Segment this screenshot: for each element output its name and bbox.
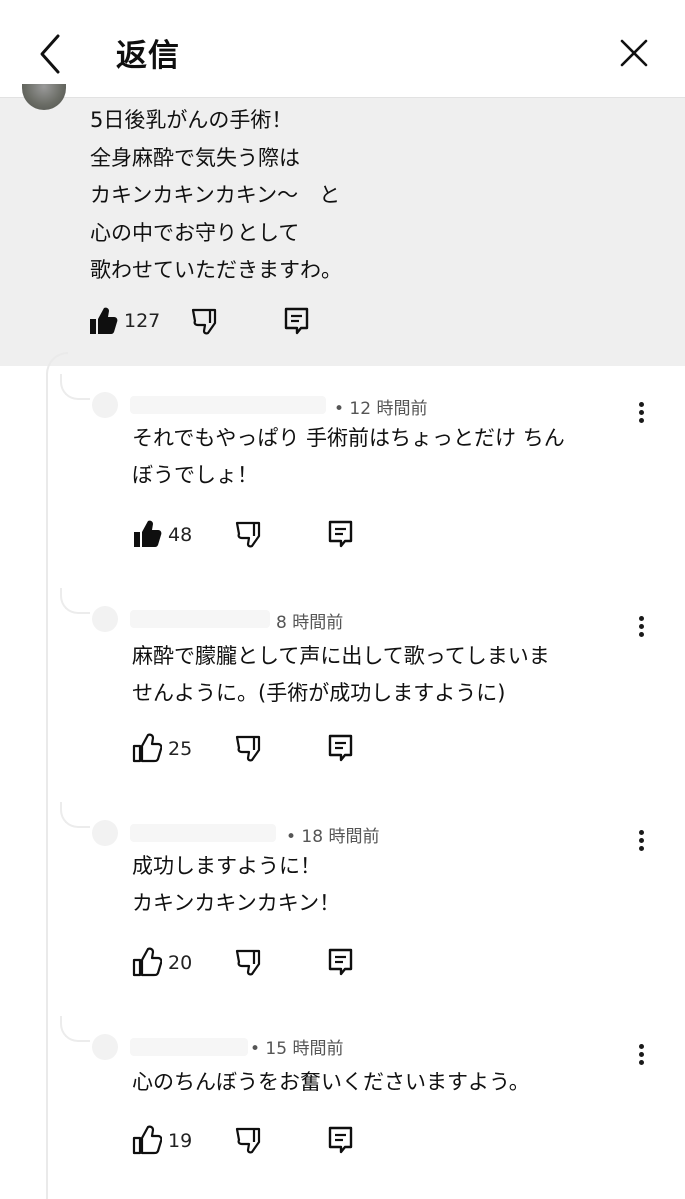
avatar[interactable] — [92, 820, 118, 846]
author-name[interactable] — [130, 1038, 248, 1056]
thread-connector — [60, 374, 90, 400]
avatar[interactable] — [92, 1034, 118, 1060]
author-name[interactable] — [130, 610, 270, 628]
thumbs-up-icon — [90, 307, 118, 334]
reply-text: 成功しますように！ カキンカキンカキン！ — [132, 854, 341, 915]
thread-connector — [60, 802, 90, 828]
header-bar: 返信 — [0, 0, 685, 98]
thumbs-up-icon — [134, 520, 162, 547]
thumbs-up-icon — [132, 1125, 163, 1155]
reply-actions: 19 — [132, 1124, 372, 1164]
like-count: 19 — [168, 1130, 193, 1152]
reply-text: それでもやっぱり 手術前はちょっとだけ ちん ぼうでしょ！ — [132, 426, 565, 487]
comment-icon — [284, 307, 309, 335]
close-icon — [620, 39, 648, 67]
avatar[interactable] — [92, 392, 118, 418]
comment-icon — [328, 734, 353, 762]
like-button[interactable] — [132, 732, 163, 768]
like-button[interactable] — [132, 1124, 163, 1160]
more-options-button[interactable] — [628, 608, 656, 642]
parent-comment: 5日後乳がんの手術！ 全身麻酔で気失う際は カキンカキンカキン〜 と 心の中でお… — [0, 84, 685, 366]
reply-comment: • 12 時間前 それでもやっぱり 手術前はちょっとだけ ちん ぼうでしょ！ 4… — [0, 368, 685, 580]
author-name[interactable] — [130, 824, 276, 842]
back-button[interactable] — [22, 24, 78, 80]
timestamp: • 18 時間前 — [286, 827, 380, 847]
reply-button[interactable] — [326, 946, 356, 982]
reply-button[interactable] — [326, 1124, 356, 1160]
avatar[interactable] — [22, 84, 66, 110]
more-options-button[interactable] — [628, 394, 656, 428]
thumbs-down-icon — [235, 521, 261, 548]
reply-button[interactable] — [326, 732, 356, 768]
dislike-button[interactable] — [234, 1124, 264, 1160]
avatar[interactable] — [92, 606, 118, 632]
reply-comment: 8 時間前 麻酔で朦朧として声に出して歌ってしまいま せんように。(手術が成功し… — [0, 582, 685, 794]
comment-icon — [328, 948, 353, 976]
comment-icon — [328, 1126, 353, 1154]
reply-actions: 25 — [132, 732, 372, 772]
timestamp: 8 時間前 — [276, 613, 344, 633]
more-options-button[interactable] — [628, 822, 656, 856]
dislike-button[interactable] — [234, 946, 264, 982]
thumbs-up-icon — [132, 947, 163, 977]
more-options-button[interactable] — [628, 1036, 656, 1070]
timestamp: • 12 時間前 — [334, 399, 428, 419]
reply-button[interactable] — [282, 305, 312, 341]
reply-comment: • 18 時間前 成功しますように！ カキンカキンカキン！ 20 — [0, 796, 685, 1008]
like-button[interactable] — [132, 946, 163, 982]
reply-text: 心のちんぼうをお奮いくださいますよう。 — [132, 1070, 530, 1094]
parent-actions: 127 — [88, 305, 328, 345]
like-button[interactable] — [132, 518, 162, 554]
dislike-button[interactable] — [234, 518, 264, 554]
reply-actions: 20 — [132, 946, 372, 986]
comment-icon — [328, 520, 353, 548]
dislike-button[interactable] — [190, 305, 220, 341]
thumbs-down-icon — [235, 949, 261, 976]
reply-actions: 48 — [132, 518, 372, 558]
parent-comment-text: 5日後乳がんの手術！ 全身麻酔で気失う際は カキンカキンカキン〜 と 心の中でお… — [90, 108, 342, 282]
thumbs-down-icon — [191, 308, 217, 335]
like-count: 48 — [168, 524, 193, 546]
close-button[interactable] — [606, 24, 662, 80]
page-title: 返信 — [116, 38, 180, 74]
dislike-button[interactable] — [234, 732, 264, 768]
chevron-left-icon — [40, 34, 60, 74]
thumbs-up-icon — [132, 733, 163, 763]
author-name[interactable] — [130, 396, 326, 414]
reply-comment: • 15 時間前 心のちんぼうをお奮いくださいますよう。 19 — [0, 1010, 685, 1199]
thumbs-down-icon — [235, 735, 261, 762]
like-button[interactable] — [88, 305, 118, 341]
like-count: 25 — [168, 738, 193, 760]
reply-button[interactable] — [326, 518, 356, 554]
reply-text: 麻酔で朦朧として声に出して歌ってしまいま せんように。(手術が成功しますように) — [132, 644, 550, 705]
like-count: 20 — [168, 952, 193, 974]
thumbs-down-icon — [235, 1127, 261, 1154]
like-count: 127 — [124, 310, 161, 332]
thread-connector — [60, 588, 90, 614]
thread-connector — [60, 1016, 90, 1042]
timestamp: • 15 時間前 — [250, 1039, 344, 1059]
